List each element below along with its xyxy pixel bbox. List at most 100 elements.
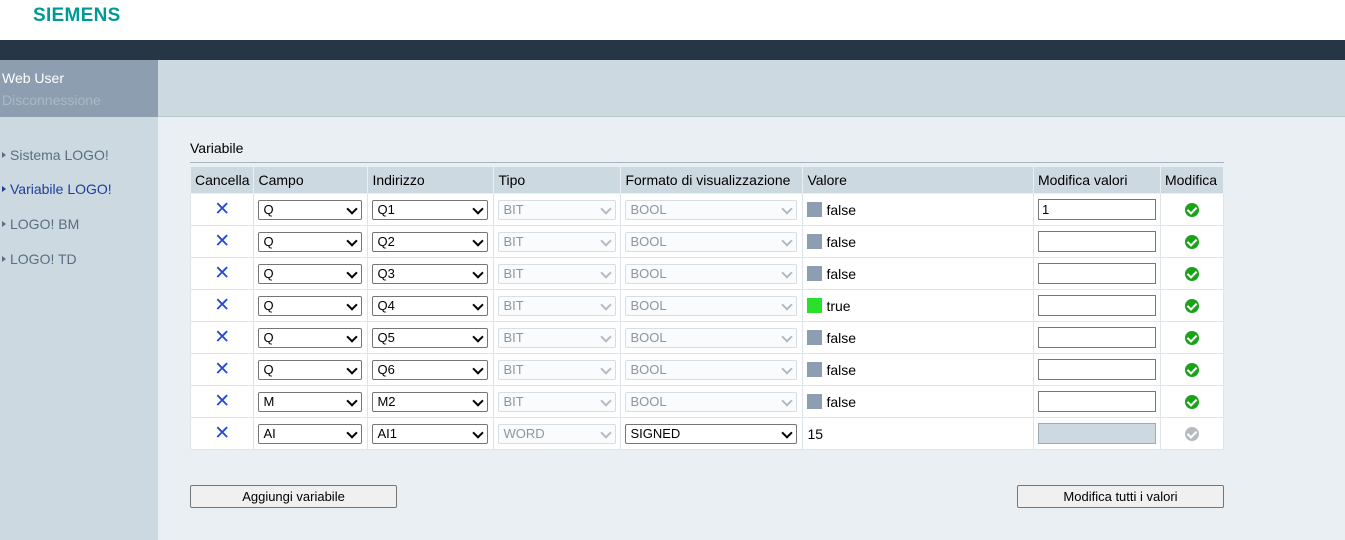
col-header-valore: Valore (802, 166, 1034, 194)
formato-select: BOOL (625, 391, 798, 412)
check-circle-icon[interactable] (1184, 234, 1199, 249)
formato-cell: BOOL (620, 385, 804, 418)
formato-select[interactable]: SIGNED (625, 423, 798, 444)
table-header-row: Cancella Campo Indirizzo Tipo Formato di… (189, 166, 1225, 194)
campo-select[interactable]: Q (258, 263, 363, 284)
table-row: ✕ M M2 BIT BOOL false (189, 385, 1225, 418)
campo-cell: Q (253, 289, 369, 322)
tipo-select: BIT (498, 295, 617, 316)
nav-sistema-logo[interactable]: Sistema LOGO! (2, 147, 109, 163)
modify-value-input[interactable] (1037, 327, 1156, 348)
campo-cell: Q (253, 193, 369, 226)
add-variable-button[interactable]: Aggiungi variabile (190, 485, 397, 508)
chevron-down-icon (600, 298, 613, 311)
indirizzo-select[interactable]: Q4 (372, 295, 489, 316)
chevron-down-icon (346, 298, 359, 311)
formato-select: BOOL (625, 327, 798, 348)
delete-icon[interactable]: ✕ (195, 296, 249, 315)
delete-icon[interactable]: ✕ (195, 200, 249, 219)
chevron-down-icon (472, 330, 485, 343)
nav-arrow-icon (2, 152, 6, 158)
modifica-cell (1159, 417, 1225, 450)
chevron-down-icon (600, 266, 613, 279)
delete-icon[interactable]: ✕ (195, 392, 249, 411)
chevron-down-icon (600, 234, 613, 247)
value-display: true (807, 298, 1029, 314)
modify-value-input[interactable] (1037, 263, 1156, 284)
modify-value-input[interactable] (1037, 391, 1156, 412)
tipo-select: BIT (498, 231, 617, 252)
indirizzo-select[interactable]: AI1 (372, 423, 489, 444)
formato-select: BOOL (625, 199, 798, 220)
modify-value-input (1037, 423, 1156, 444)
nav-logo-bm[interactable]: LOGO! BM (2, 216, 79, 232)
delete-icon[interactable]: ✕ (195, 360, 249, 379)
indirizzo-select[interactable]: M2 (372, 391, 489, 412)
chevron-down-icon (781, 298, 794, 311)
col-header-indirizzo: Indirizzo (367, 166, 495, 194)
delete-icon[interactable]: ✕ (195, 232, 249, 251)
nav-logo-td[interactable]: LOGO! TD (2, 251, 77, 267)
campo-select[interactable]: Q (258, 199, 363, 220)
campo-cell: Q (253, 321, 369, 354)
delete-icon[interactable]: ✕ (195, 328, 249, 347)
chevron-down-icon (781, 362, 794, 375)
modifica-cell (1159, 321, 1225, 354)
chevron-down-icon (600, 362, 613, 375)
tipo-cell: BIT (493, 193, 622, 226)
indirizzo-cell: M2 (367, 385, 495, 418)
chevron-down-icon (781, 202, 794, 215)
check-circle-icon[interactable] (1184, 298, 1199, 313)
chevron-down-icon (472, 362, 485, 375)
campo-select[interactable]: Q (258, 231, 363, 252)
status-indicator-icon (807, 266, 823, 281)
check-circle-icon[interactable] (1184, 266, 1199, 281)
formato-select: BOOL (625, 263, 798, 284)
modify-value-input[interactable] (1037, 359, 1156, 380)
check-circle-icon[interactable] (1184, 330, 1199, 345)
tipo-cell: BIT (493, 257, 622, 290)
logout-link[interactable]: Disconnessione (2, 92, 101, 108)
modify-value-input[interactable]: 1 (1037, 199, 1156, 220)
delete-icon[interactable]: ✕ (195, 424, 249, 443)
indirizzo-select[interactable]: Q3 (372, 263, 489, 284)
tipo-select: BIT (498, 199, 617, 220)
check-circle-icon[interactable] (1184, 394, 1199, 409)
chevron-down-icon (472, 394, 485, 407)
check-circle-icon[interactable] (1184, 202, 1199, 217)
value-text: false (826, 233, 857, 250)
indirizzo-select[interactable]: Q2 (372, 231, 489, 252)
valore-cell: false (802, 225, 1034, 258)
modifica-valori-cell: 1 (1032, 193, 1161, 226)
modify-value-input[interactable] (1037, 295, 1156, 316)
tipo-cell: BIT (493, 385, 622, 418)
indirizzo-select[interactable]: Q5 (372, 327, 489, 348)
campo-select[interactable]: Q (258, 359, 363, 380)
modify-all-values-button[interactable]: Modifica tutti i valori (1017, 485, 1224, 508)
chevron-down-icon (600, 202, 613, 215)
delete-cell: ✕ (189, 353, 255, 386)
campo-select[interactable]: Q (258, 327, 363, 348)
indirizzo-select[interactable]: Q6 (372, 359, 489, 380)
campo-select[interactable]: M (258, 391, 363, 412)
check-circle-icon[interactable] (1184, 362, 1199, 377)
campo-cell: Q (253, 353, 369, 386)
campo-cell: AI (253, 417, 369, 450)
indirizzo-cell: Q2 (367, 225, 495, 258)
indirizzo-select[interactable]: Q1 (372, 199, 489, 220)
nav-variabile-logo[interactable]: Variabile LOGO! (2, 181, 112, 197)
modify-value-input[interactable] (1037, 231, 1156, 252)
col-header-modifica-valori: Modifica valori (1032, 166, 1161, 194)
campo-select[interactable]: Q (258, 295, 363, 316)
delete-icon[interactable]: ✕ (195, 264, 249, 283)
col-header-tipo: Tipo (493, 166, 622, 194)
chevron-down-icon (600, 426, 613, 439)
chevron-down-icon (781, 234, 794, 247)
value-text: false (826, 201, 857, 218)
delete-cell: ✕ (189, 385, 255, 418)
col-header-cancella: Cancella (189, 166, 255, 194)
campo-cell: Q (253, 257, 369, 290)
campo-select[interactable]: AI (258, 423, 363, 444)
chevron-down-icon (346, 266, 359, 279)
modifica-valori-cell (1032, 321, 1161, 354)
